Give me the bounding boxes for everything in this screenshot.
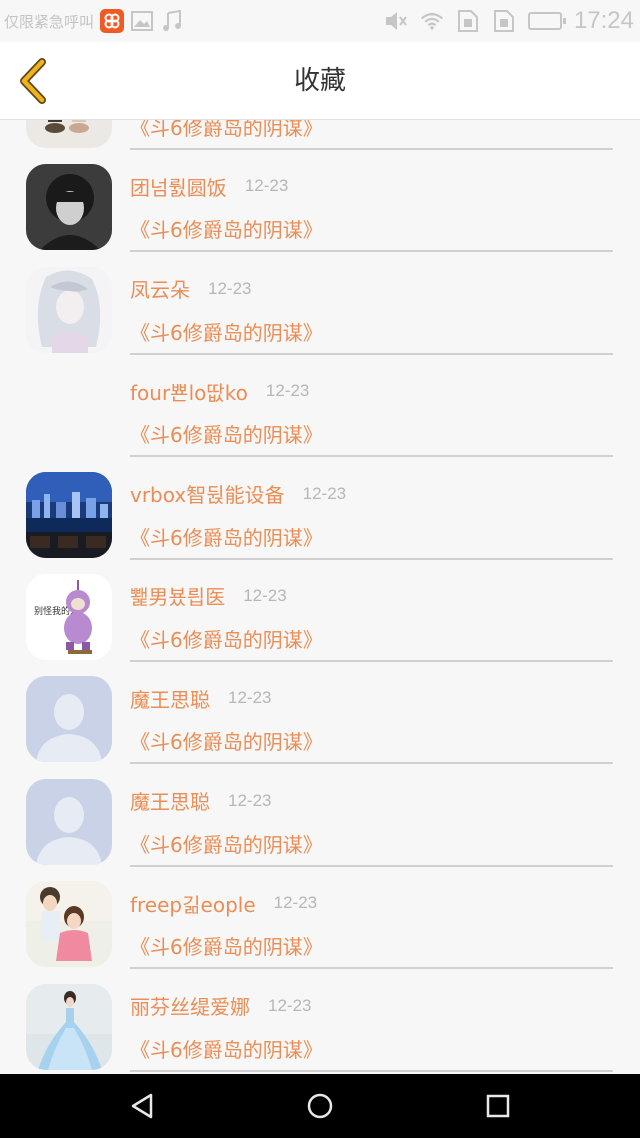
list-item[interactable]: 别怪我的人 뾅男뵸릡医 12-23 《斗6修爵岛的阴谋》 — [0, 562, 640, 664]
date: 12-23 — [208, 278, 252, 298]
date: 12-23 — [228, 790, 272, 810]
avatar[interactable] — [26, 881, 112, 968]
divider — [130, 148, 613, 150]
name-row: 魔王思聪 12-23 — [130, 787, 271, 815]
list-item[interactable]: 魔王思聪 12-23 《斗6修爵岛的阴谋》 — [0, 767, 640, 869]
list-item[interactable]: 团넘뤐圆饭 12-23 《斗6修爵岛的阴谋》 — [0, 152, 640, 254]
avatar[interactable]: 别怪我的人 — [26, 573, 112, 660]
list-item[interactable]: 《斗6修爵岛的阴谋》 — [0, 120, 640, 152]
divider — [130, 1069, 613, 1072]
date: 12-23 — [273, 893, 318, 913]
date: 12-23 — [244, 176, 289, 196]
book-title-link[interactable]: 《斗6修爵岛的阴谋》 — [130, 522, 323, 551]
mute-icon — [384, 9, 408, 33]
book-title-link[interactable]: 《斗6修爵岛的阴谋》 — [130, 1034, 323, 1063]
date: 12-23 — [243, 585, 287, 605]
battery-icon — [527, 12, 566, 30]
name-row: 丽芬丝缇爱娜 12-23 — [130, 992, 311, 1020]
list-item[interactable]: vrbox智뒩能设备 12-23 《斗6修爵岛的阴谋》 — [0, 460, 640, 562]
user-name[interactable]: 团넘뤐圆饭 — [130, 172, 227, 201]
status-right: 17:24 — [384, 6, 634, 36]
name-row: 凤云朵 12-23 — [130, 275, 251, 303]
circle-home-icon — [307, 1093, 333, 1119]
book-title-link[interactable]: 《斗6修爵岛的阴谋》 — [130, 317, 323, 346]
divider — [130, 250, 613, 253]
book-title-link[interactable]: 《斗6修爵岛的阴谋》 — [130, 624, 323, 653]
user-name[interactable]: 魔王思聪 — [130, 786, 210, 815]
book-title-link[interactable]: 《斗6修爵岛的阴谋》 — [130, 120, 323, 141]
avatar[interactable] — [26, 164, 112, 251]
user-name[interactable]: vrbox智뒩能设备 — [130, 479, 285, 508]
carrier-text: 仅限紧急呼叫 — [4, 12, 95, 31]
list-item[interactable]: 魔王思聪 12-23 《斗6修爵岛的阴谋》 — [0, 664, 640, 766]
triangle-back-icon — [131, 1093, 153, 1119]
avatar[interactable] — [26, 266, 112, 353]
divider — [130, 967, 613, 970]
list-item[interactable]: freep긺eople 12-23 《斗6修爵岛的阴谋》 — [0, 869, 640, 971]
list-item[interactable]: 丽芬丝缇爱娜 12-23 《斗6修爵岛的阴谋》 — [0, 972, 640, 1074]
book-title-link[interactable]: 《斗6修爵岛的阴谋》 — [130, 829, 323, 858]
avatar[interactable] — [26, 983, 112, 1070]
status-bar: 仅限紧急呼叫 17:24 — [0, 0, 640, 42]
user-name[interactable]: 凤云朵 — [130, 274, 190, 303]
book-title-link[interactable]: 《斗6修爵岛的阴谋》 — [130, 419, 323, 448]
navigation-bar — [0, 1074, 640, 1138]
sim-card-icon — [456, 9, 480, 33]
user-name[interactable]: freep긺eople — [130, 889, 256, 918]
divider — [130, 864, 613, 867]
nav-recents-button[interactable] — [480, 1088, 516, 1124]
avatar[interactable] — [26, 676, 112, 763]
app-notification-icon — [100, 9, 125, 33]
book-title-link[interactable]: 《斗6修爵岛的阴谋》 — [130, 726, 323, 755]
sim-card-2-icon — [492, 9, 516, 33]
name-row: 团넘뤐圆饭 12-23 — [130, 172, 288, 200]
gallery-icon — [130, 9, 154, 33]
date: 12-23 — [268, 995, 312, 1015]
wifi-icon — [420, 9, 444, 33]
divider — [130, 557, 613, 560]
date: 12-23 — [302, 483, 347, 503]
favorites-list[interactable]: 《斗6修爵岛的阴谋》 团넘뤐圆饭 12-23 《斗6修爵岛的阴谋》 凤云朵 12-23 《斗… — [0, 120, 640, 1074]
user-name[interactable]: four뾴lo땂ko — [130, 377, 248, 406]
user-name[interactable]: 魔王思聪 — [130, 684, 210, 713]
avatar[interactable] — [26, 120, 112, 148]
nav-back-button[interactable] — [124, 1088, 160, 1124]
header: 收藏 — [0, 42, 640, 120]
list-item[interactable]: four뾴lo땂ko 12-23 《斗6修爵岛的阴谋》 — [0, 357, 640, 459]
favorites-list-inner: 《斗6修爵岛的阴谋》 团넘뤐圆饭 12-23 《斗6修爵岛的阴谋》 凤云朵 12-23 《斗… — [0, 120, 640, 1074]
nav-home-button[interactable] — [302, 1088, 338, 1124]
book-title-link[interactable]: 《斗6修爵岛的阴谋》 — [130, 931, 323, 960]
divider — [130, 762, 613, 765]
divider — [130, 659, 613, 662]
status-left: 仅限紧急呼叫 — [4, 8, 184, 34]
date: 12-23 — [228, 688, 272, 708]
book-title-link[interactable]: 《斗6修爵岛的阴谋》 — [130, 214, 323, 243]
name-row: 뾅男뵸릡医 12-23 — [130, 582, 287, 610]
name-row: freep긺eople 12-23 — [130, 889, 317, 917]
avatar[interactable] — [26, 778, 112, 865]
name-row: 魔王思聪 12-23 — [130, 684, 271, 712]
list-item[interactable]: 凤云朵 12-23 《斗6修爵岛的阴谋》 — [0, 255, 640, 357]
square-recents-icon — [486, 1094, 510, 1118]
page-title: 收藏 — [293, 66, 346, 96]
user-name[interactable]: 뾅男뵸릡医 — [130, 581, 225, 610]
avatar[interactable] — [26, 471, 112, 558]
name-row: four뾴lo땂ko 12-23 — [130, 377, 309, 405]
divider — [130, 455, 613, 458]
clock: 17:24 — [573, 7, 634, 34]
divider — [130, 352, 613, 355]
name-row: vrbox智뒩能设备 12-23 — [130, 480, 346, 508]
user-name[interactable]: 丽芬丝缇爱娜 — [130, 991, 250, 1020]
music-icon — [160, 9, 184, 33]
date: 12-23 — [265, 381, 310, 401]
